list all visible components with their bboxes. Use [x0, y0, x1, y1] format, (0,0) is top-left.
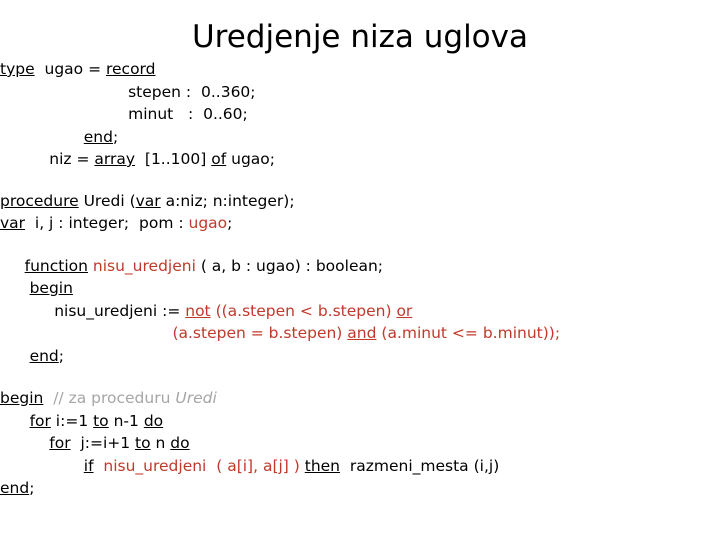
keyword-or: or [396, 301, 413, 320]
comment-text: // za proceduru [43, 389, 176, 407]
boolean-expression-part3: (a.minut <= b.minut)); [376, 324, 561, 342]
keyword-do: do [170, 434, 190, 452]
type-declaration-block: type ugao = record stepen : 0..360; minu… [0, 58, 720, 171]
keyword-var: var [0, 214, 26, 232]
assignment-target: nisu_uredjeni := [54, 301, 186, 320]
code-listing: type ugao = record stepen : 0..360; minu… [0, 58, 720, 500]
keyword-for: for [29, 411, 51, 430]
keyword-end: end [29, 346, 59, 365]
keyword-do: do [143, 411, 164, 430]
boolean-expression-part1: ((a.stepen < b.stepen) [210, 301, 397, 320]
function-signature: ( a, b : ugao) : boolean; [195, 256, 384, 275]
keyword-to: to [135, 434, 151, 452]
keyword-array: array [94, 150, 136, 168]
procedure-params: a:niz; n:integer); [160, 191, 295, 210]
code-line-local-vars: var i, j : integer; pom : ugao; [0, 212, 720, 235]
keyword-then: then [304, 456, 341, 475]
code-line-field-minut: minut : 0..60; [0, 105, 248, 123]
function-call-nisu-uredjeni: nisu_uredjeni ( a[i], a[j] ) [93, 456, 305, 475]
type-name-niz: niz = [49, 150, 95, 168]
keyword-procedure: procedure [0, 191, 79, 210]
keyword-record: record [105, 60, 156, 78]
semicolon: ; [58, 346, 64, 365]
keyword-var: var [135, 191, 161, 210]
function-block: function nisu_uredjeni ( a, b : ugao) : … [0, 255, 720, 368]
keyword-of: of [211, 150, 227, 168]
keyword-to: to [93, 411, 109, 430]
code-line-field-stepen: stepen : 0..360; [0, 82, 256, 101]
keyword-end: end [0, 479, 30, 497]
type-reference-ugao: ugao [188, 214, 228, 232]
loop-init: i:=1 [50, 411, 94, 430]
code-line-niz-array: niz = array [1..100] of ugao; [0, 148, 720, 171]
procedure-name-uredi: Uredi ( [78, 191, 136, 210]
semicolon: ; [112, 127, 119, 146]
semicolon: ; [227, 214, 233, 232]
code-line-inner-for: for j:=i+1 to n do [0, 432, 720, 455]
code-line-function-begin: begin [0, 277, 720, 300]
keyword-if: if [83, 456, 94, 475]
code-line-function-end: end; [0, 345, 720, 368]
procedure-header-block: procedure Uredi (var a:niz; n:integer); … [0, 190, 720, 235]
keyword-type: type [0, 60, 35, 78]
keyword-and: and [347, 324, 377, 342]
code-line-record-end: end; [0, 126, 720, 149]
page-title: Uredjenje niza uglova [191, 19, 528, 55]
code-line-function-header: function nisu_uredjeni ( a, b : ugao) : … [0, 255, 720, 278]
code-line-procedure-uredi: procedure Uredi (var a:niz; n:integer); [0, 190, 720, 213]
local-var-list: i, j : integer; pom : [25, 214, 189, 232]
boolean-expression-part2: (a.stepen = b.stepen) [172, 324, 348, 342]
main-body-block: begin // za proceduru Uredi for i:=1 to … [0, 387, 720, 500]
loop-bound: n-1 [108, 411, 144, 430]
semicolon: ; [29, 479, 35, 497]
code-line-assignment-not: nisu_uredjeni := not ((a.stepen < b.step… [0, 300, 720, 323]
code-line-main-begin: begin // za proceduru Uredi [0, 387, 720, 410]
keyword-begin: begin [29, 279, 73, 297]
code-line-if-swap: if nisu_uredjeni ( a[i], a[j] ) then raz… [0, 455, 720, 478]
keyword-function: function [24, 256, 88, 275]
array-element-type: ugao; [226, 150, 275, 168]
type-name-ugao: ugao = [34, 60, 106, 78]
procedure-call-razmeni-mesta: razmeni_mesta (i,j) [340, 456, 500, 475]
code-line-outer-for: for i:=1 to n-1 do [0, 410, 720, 433]
loop-init: j:=i+1 [70, 434, 136, 452]
code-line-main-end: end; [0, 477, 720, 500]
function-name-nisu-uredjeni: nisu_uredjeni [87, 256, 196, 275]
keyword-for: for [49, 434, 71, 452]
code-line-type-record: type ugao = record [0, 58, 720, 81]
code-line-assignment-continuation: (a.stepen = b.stepen) and (a.minut <= b.… [0, 322, 720, 345]
comment-emphasis: Uredi [175, 389, 217, 407]
loop-bound: n [150, 434, 171, 452]
keyword-end: end [83, 127, 113, 146]
array-range: [1..100] [135, 150, 212, 168]
slide-canvas: Uredjenje niza uglova type ugao = record… [0, 0, 720, 540]
keyword-begin: begin [0, 389, 44, 407]
keyword-not: not [185, 301, 211, 320]
